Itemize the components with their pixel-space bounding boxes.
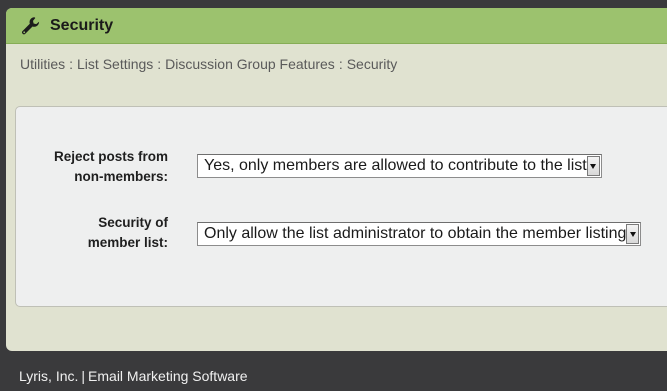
reject-posts-label: Reject posts from non-members: [8, 147, 168, 187]
reject-posts-selected-value: Yes, only members are allowed to contrib… [204, 157, 587, 174]
footer-separator: | [81, 368, 86, 384]
breadcrumb-separator: : [69, 56, 74, 72]
reject-posts-label-line2: non-members: [74, 169, 168, 184]
breadcrumb-separator: : [338, 56, 343, 72]
title-bar: Security [6, 8, 667, 44]
footer-company: Lyris, Inc. [19, 368, 79, 384]
main-window: Security Utilities: List Settings: Discuss… [6, 8, 667, 351]
member-list-security-select[interactable]: Only allow the list administrator to obt… [197, 222, 641, 246]
breadcrumb-discussion-group-features[interactable]: Discussion Group Features [165, 56, 335, 72]
dropdown-arrow-icon[interactable] [626, 224, 639, 244]
footer: Lyris, Inc. | Email Marketing Software [19, 368, 248, 384]
member-list-security-label-line1: Security of [98, 215, 168, 230]
wrench-icon [20, 15, 42, 37]
breadcrumb-security: Security [346, 56, 398, 72]
member-list-security-label: Security of member list: [8, 213, 168, 253]
breadcrumb-list-settings[interactable]: List Settings [77, 56, 153, 72]
dropdown-arrow-icon[interactable] [586, 156, 600, 176]
breadcrumb: Utilities: List Settings: Discussion Group… [20, 56, 397, 72]
settings-panel: Reject posts from non-members: Yes, only… [15, 106, 667, 307]
reject-posts-label-line1: Reject posts from [53, 149, 168, 164]
breadcrumb-separator: : [157, 56, 162, 72]
page-title: Security [50, 16, 114, 34]
reject-posts-select[interactable]: Yes, only members are allowed to contrib… [197, 154, 602, 178]
breadcrumb-utilities[interactable]: Utilities [20, 56, 65, 72]
footer-product: Email Marketing Software [88, 368, 248, 384]
member-list-security-selected-value: Only allow the list administrator to obt… [204, 225, 627, 242]
member-list-security-label-line2: member list: [87, 235, 168, 250]
